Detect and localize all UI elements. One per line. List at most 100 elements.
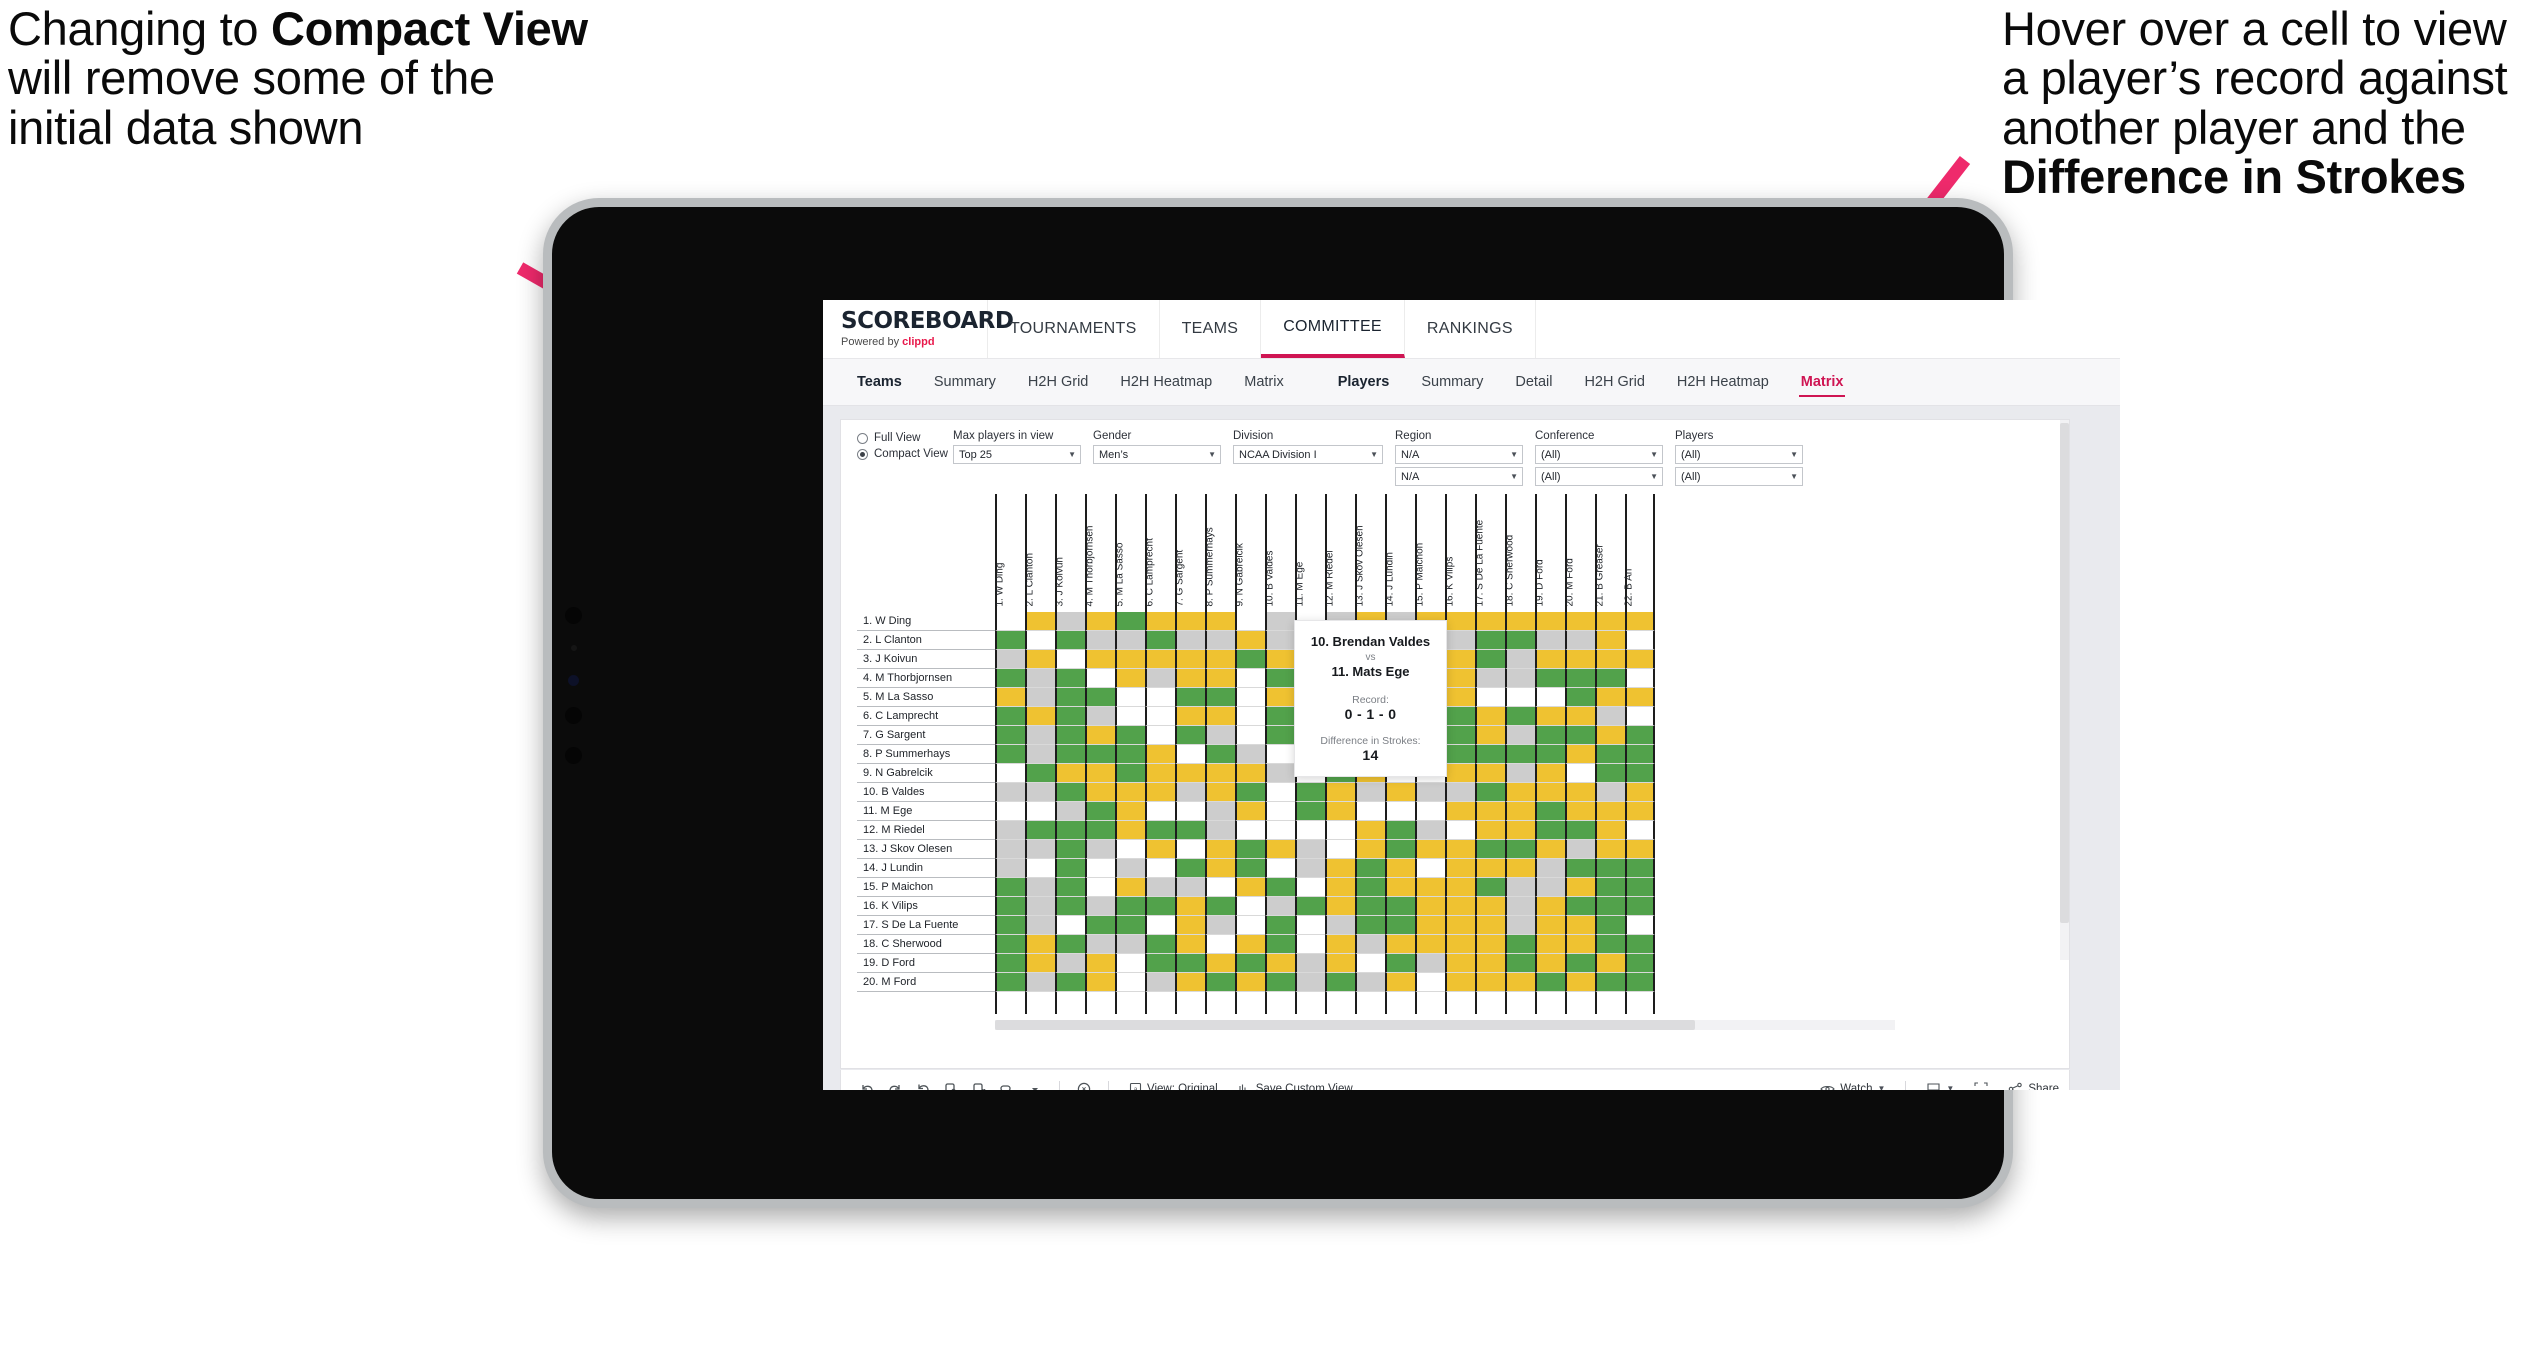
- matrix-cell[interactable]: [1145, 650, 1175, 669]
- subnav-teams-h2h-heatmap[interactable]: H2H Heatmap: [1104, 359, 1228, 405]
- matrix-cell[interactable]: [1505, 726, 1535, 745]
- matrix-col-header[interactable]: 17. S De La Fuente: [1475, 494, 1505, 612]
- select-players-1[interactable]: (All) ▼: [1675, 445, 1803, 464]
- matrix-cell[interactable]: [1265, 688, 1295, 707]
- matrix-cell[interactable]: [1055, 650, 1085, 669]
- matrix-cell[interactable]: [1325, 897, 1355, 916]
- matrix-cell[interactable]: [1445, 954, 1475, 973]
- matrix-cell[interactable]: [1055, 726, 1085, 745]
- matrix-cell[interactable]: [1595, 707, 1625, 726]
- matrix-cell[interactable]: [1085, 783, 1115, 802]
- matrix-cell[interactable]: [1295, 973, 1325, 992]
- matrix-cell[interactable]: [1415, 973, 1445, 992]
- matrix-cell[interactable]: [1475, 612, 1505, 631]
- subnav-players[interactable]: Players: [1322, 359, 1406, 405]
- matrix-cell[interactable]: [1235, 650, 1265, 669]
- matrix-cell[interactable]: [1325, 859, 1355, 878]
- matrix-cell[interactable]: [1265, 821, 1295, 840]
- matrix-cell[interactable]: [1625, 973, 1655, 992]
- matrix-cell[interactable]: [1535, 688, 1565, 707]
- matrix-row-label[interactable]: 11. M Ege: [857, 802, 995, 821]
- matrix-cell[interactable]: [1565, 783, 1595, 802]
- matrix-cell[interactable]: [1235, 783, 1265, 802]
- matrix-cell[interactable]: [1535, 707, 1565, 726]
- matrix-row-label[interactable]: 17. S De La Fuente: [857, 916, 995, 935]
- matrix-cell[interactable]: [1175, 897, 1205, 916]
- matrix-cell[interactable]: [1445, 973, 1475, 992]
- matrix-cell[interactable]: [1475, 954, 1505, 973]
- matrix-cell[interactable]: [1175, 916, 1205, 935]
- matrix-cell[interactable]: [1025, 935, 1055, 954]
- matrix-col-header[interactable]: 2. L Clanton: [1025, 494, 1055, 612]
- matrix-col-header[interactable]: 15. P Maichon: [1415, 494, 1445, 612]
- matrix-cell[interactable]: [1235, 916, 1265, 935]
- matrix-cell[interactable]: [1085, 745, 1115, 764]
- matrix-row-label[interactable]: 14. J Lundin: [857, 859, 995, 878]
- matrix-cell[interactable]: [1295, 783, 1325, 802]
- matrix-cell[interactable]: [1595, 631, 1625, 650]
- matrix-cell[interactable]: [1055, 802, 1085, 821]
- matrix-cell[interactable]: [1175, 764, 1205, 783]
- matrix-cell[interactable]: [1475, 726, 1505, 745]
- matrix-cell[interactable]: [1535, 764, 1565, 783]
- matrix-col-header[interactable]: 8. P Summerhays: [1205, 494, 1235, 612]
- matrix-cell[interactable]: [1085, 878, 1115, 897]
- matrix-cell[interactable]: [1445, 897, 1475, 916]
- matrix-cell[interactable]: [1055, 612, 1085, 631]
- matrix-cell[interactable]: [1595, 650, 1625, 669]
- matrix-cell[interactable]: [1445, 764, 1475, 783]
- matrix-cell[interactable]: [1445, 935, 1475, 954]
- matrix-cell[interactable]: [1355, 897, 1385, 916]
- matrix-cell[interactable]: [1175, 973, 1205, 992]
- matrix-cell[interactable]: [1625, 954, 1655, 973]
- matrix-cell[interactable]: [1535, 897, 1565, 916]
- matrix-cell[interactable]: [1385, 821, 1415, 840]
- matrix-cell[interactable]: [1535, 631, 1565, 650]
- matrix-row-label[interactable]: 20. M Ford: [857, 973, 995, 992]
- matrix-cell[interactable]: [1085, 897, 1115, 916]
- matrix-cell[interactable]: [1205, 612, 1235, 631]
- matrix-cell[interactable]: [1025, 973, 1055, 992]
- matrix-cell[interactable]: [1145, 935, 1175, 954]
- matrix-cell[interactable]: [1235, 802, 1265, 821]
- matrix-cell[interactable]: [1505, 745, 1535, 764]
- matrix-cell[interactable]: [1025, 650, 1055, 669]
- matrix-cell[interactable]: [995, 612, 1025, 631]
- matrix-cell[interactable]: [1085, 650, 1115, 669]
- matrix-row-label[interactable]: 13. J Skov Olesen: [857, 840, 995, 859]
- matrix-cell[interactable]: [1625, 878, 1655, 897]
- matrix-cell[interactable]: [1565, 916, 1595, 935]
- matrix-cell[interactable]: [1505, 973, 1535, 992]
- matrix-cell[interactable]: [1535, 669, 1565, 688]
- matrix-cell[interactable]: [1475, 859, 1505, 878]
- matrix-cell[interactable]: [1055, 669, 1085, 688]
- matrix-cell[interactable]: [1565, 726, 1595, 745]
- matrix-cell[interactable]: [1235, 726, 1265, 745]
- matrix-cell[interactable]: [1565, 631, 1595, 650]
- matrix-cell[interactable]: [1295, 935, 1325, 954]
- matrix-cell[interactable]: [1055, 973, 1085, 992]
- matrix-cell[interactable]: [1475, 650, 1505, 669]
- matrix-cell[interactable]: [1025, 745, 1055, 764]
- tab-tournaments[interactable]: TOURNAMENTS: [988, 300, 1160, 358]
- matrix-cell[interactable]: [995, 935, 1025, 954]
- matrix-cell[interactable]: [1055, 916, 1085, 935]
- matrix-cell[interactable]: [1055, 745, 1085, 764]
- matrix-cell[interactable]: [1475, 973, 1505, 992]
- matrix-cell[interactable]: [1505, 688, 1535, 707]
- matrix-cell[interactable]: [1505, 612, 1535, 631]
- matrix-cell[interactable]: [1595, 764, 1625, 783]
- matrix-cell[interactable]: [1085, 764, 1115, 783]
- matrix-cell[interactable]: [1205, 954, 1235, 973]
- matrix-cell[interactable]: [1535, 726, 1565, 745]
- matrix-cell[interactable]: [1535, 745, 1565, 764]
- matrix-cell[interactable]: [1565, 688, 1595, 707]
- matrix-cell[interactable]: [1415, 954, 1445, 973]
- matrix-cell[interactable]: [1415, 783, 1445, 802]
- matrix-cell[interactable]: [1205, 707, 1235, 726]
- vertical-scrollbar-thumb[interactable]: [2060, 423, 2069, 923]
- matrix-cell[interactable]: [1445, 745, 1475, 764]
- matrix-cell[interactable]: [1235, 669, 1265, 688]
- matrix-cell[interactable]: [1625, 935, 1655, 954]
- matrix-col-header[interactable]: 21. B Greaser: [1595, 494, 1625, 612]
